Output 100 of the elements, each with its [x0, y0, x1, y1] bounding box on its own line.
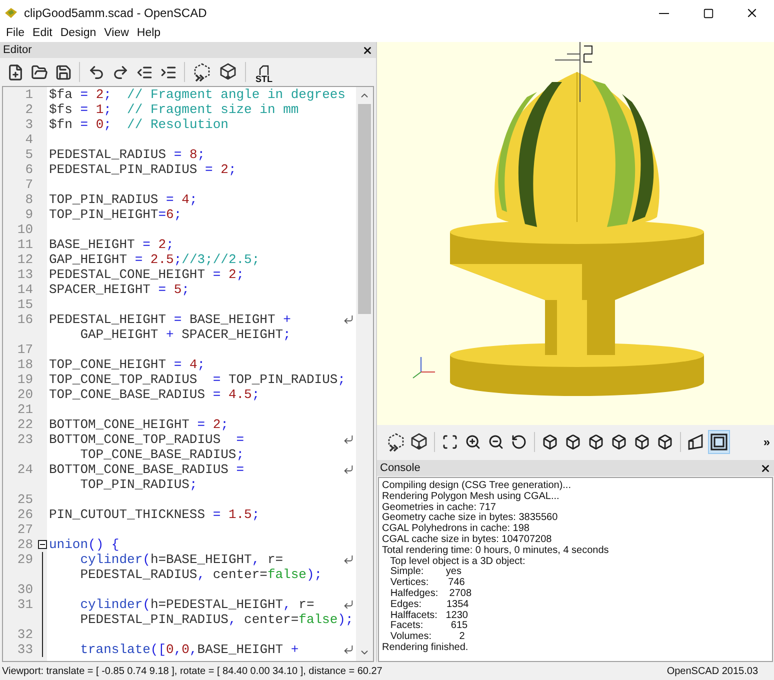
- code-line: cylinder(h=PEDESTAL_HEIGHT, r=: [79, 597, 314, 612]
- menu-item[interactable]: Help: [132, 25, 165, 43]
- console-line: Halfedges: 2708: [389, 588, 473, 600]
- line-number: 24: [17, 462, 33, 477]
- line-number: 12: [17, 252, 33, 267]
- minimize-icon: [659, 12, 669, 14]
- line-number: 1: [25, 87, 33, 102]
- line-number: 4: [25, 132, 33, 147]
- line-number: 21: [17, 402, 33, 417]
- menu-item[interactable]: Design: [56, 25, 100, 43]
- console-line: Total rendering time: 0 hours, 0 minutes, 4 seconds: [382, 546, 610, 556]
- cube-icon: [542, 434, 558, 450]
- more-tools-button[interactable]: »: [763, 432, 774, 450]
- scrollbar-thumb[interactable]: [358, 104, 371, 314]
- line-number: 19: [17, 372, 33, 387]
- line-number: 9: [25, 207, 33, 222]
- line-number: 13: [17, 267, 33, 282]
- preview-icon: [192, 62, 212, 82]
- menu-item[interactable]: View: [100, 25, 133, 43]
- code-line: translate([0,0,BASE_HEIGHT +: [79, 642, 299, 657]
- code-line: union() {: [49, 537, 120, 552]
- code-line: PEDESTAL_PIN_RADIUS = 2;: [49, 162, 236, 177]
- code-line: TOP_CONE_BASE_RADIUS;: [79, 447, 244, 462]
- maximize-icon: [702, 8, 714, 18]
- code-line: TOP_CONE_BASE_RADIUS = 4.5;: [49, 387, 260, 402]
- console-line: CGAL cache size in bytes: 104707208: [382, 534, 553, 546]
- app-logo-icon: [4, 7, 18, 19]
- code-line: BASE_HEIGHT = 2;: [49, 237, 174, 252]
- line-number: 31: [17, 597, 33, 612]
- code-line: $fn = 0; // Resolution: [49, 117, 228, 132]
- console-line: CGAL Polyhedrons in cache: 198: [382, 524, 530, 534]
- line-number: 3: [25, 117, 33, 132]
- console-line: Simple: yes: [389, 567, 462, 578]
- code-line: $fa = 2; // Fragment angle in degrees: [49, 87, 346, 102]
- close-icon[interactable]: [760, 462, 771, 474]
- line-number: 8: [25, 192, 33, 207]
- line-number: 27: [17, 522, 33, 537]
- panel-title: Editor: [3, 42, 32, 58]
- code-line: BOTTOM_CONE_HEIGHT = 2;: [49, 417, 228, 432]
- cube-icon: [611, 434, 627, 450]
- fold-collapse-icon[interactable]: [38, 540, 46, 549]
- code-line: PEDESTAL_CONE_HEIGHT = 2;: [49, 267, 244, 282]
- window-title: clipGood5amm.scad - OpenSCAD: [24, 5, 207, 22]
- line-number: 28: [17, 537, 33, 552]
- code-line: PEDESTAL_RADIUS, center=false);: [79, 567, 322, 582]
- line-number: 26: [17, 507, 33, 522]
- render-icon: [409, 432, 429, 452]
- line-number: 29: [17, 552, 33, 567]
- code-line: cylinder(h=BASE_HEIGHT, r=: [79, 552, 284, 567]
- code-line: GAP_HEIGHT = 2.5;//3;//2.5;: [49, 252, 260, 267]
- console-line: Facets: 615: [389, 621, 469, 632]
- code-line: PEDESTAL_PIN_RADIUS, center=false);: [79, 612, 354, 627]
- document-icon: [258, 65, 270, 75]
- undo-icon: [88, 64, 104, 80]
- save-icon: [54, 64, 72, 80]
- line-number: 2: [25, 102, 33, 117]
- export-stl-button[interactable]: STL: [250, 59, 278, 85]
- console-line: Edges: 1354: [389, 600, 470, 610]
- zoom-out-icon: [488, 434, 504, 450]
- reset-view-icon: [511, 434, 527, 450]
- console-line: Top level object is a 3D object:: [389, 556, 526, 567]
- console-line: Halffacets: 1230: [389, 610, 469, 621]
- cube-icon: [634, 434, 650, 450]
- line-number: 5: [25, 147, 33, 162]
- code-line: TOP_CONE_TOP_RADIUS = TOP_PIN_RADIUS;: [49, 372, 346, 387]
- line-number: 23: [17, 432, 33, 447]
- line-number: 33: [17, 642, 33, 657]
- line-number: 22: [17, 417, 33, 432]
- 3d-viewport[interactable]: [377, 42, 774, 425]
- line-number: 32: [17, 627, 33, 642]
- axes-indicator-icon: [412, 356, 436, 378]
- line-number: 17: [17, 342, 33, 357]
- viewport-status: Viewport: translate = [ -0.85 0.74 9.18 ], rotate = [ 84.40 0.00 34.10 ], distance = 60.27: [2, 664, 382, 678]
- redo-icon: [112, 64, 128, 80]
- line-number: 18: [17, 357, 33, 372]
- line-number: 11: [17, 237, 33, 252]
- code-line: TOP_PIN_HEIGHT=6;: [49, 207, 182, 222]
- line-number: 14: [17, 282, 33, 297]
- version-label: OpenSCAD 2015.03: [666, 664, 759, 678]
- console-line: Vertices: 746: [389, 578, 466, 588]
- menu-item[interactable]: Edit: [28, 25, 56, 43]
- console-line: Rendering finished.: [382, 642, 470, 654]
- console-line: Geometry cache size in bytes: 3835560: [382, 513, 559, 524]
- panel-title: Console: [380, 460, 420, 476]
- code-line: GAP_HEIGHT + SPACER_HEIGHT;: [79, 327, 291, 342]
- line-number: 25: [17, 492, 33, 507]
- zoom-all-icon: [442, 434, 458, 450]
- line-number: 7: [25, 177, 33, 192]
- line-number: 30: [17, 582, 33, 597]
- orthogonal-button[interactable]: [708, 430, 730, 454]
- render-icon: [218, 62, 238, 82]
- console-line: Volumes: 2: [389, 632, 466, 642]
- console-line: Rendering Polygon Mesh using CGAL...: [382, 492, 560, 502]
- menu-item[interactable]: File: [2, 25, 29, 43]
- close-icon[interactable]: [362, 44, 373, 56]
- axis-drawing: [554, 42, 592, 102]
- new-file-icon: [6, 64, 24, 80]
- cube-icon: [657, 434, 673, 450]
- code-line: PEDESTAL_HEIGHT = BASE_HEIGHT +: [49, 312, 291, 327]
- code-line: $fs = 1; // Fragment size in mm: [49, 102, 299, 117]
